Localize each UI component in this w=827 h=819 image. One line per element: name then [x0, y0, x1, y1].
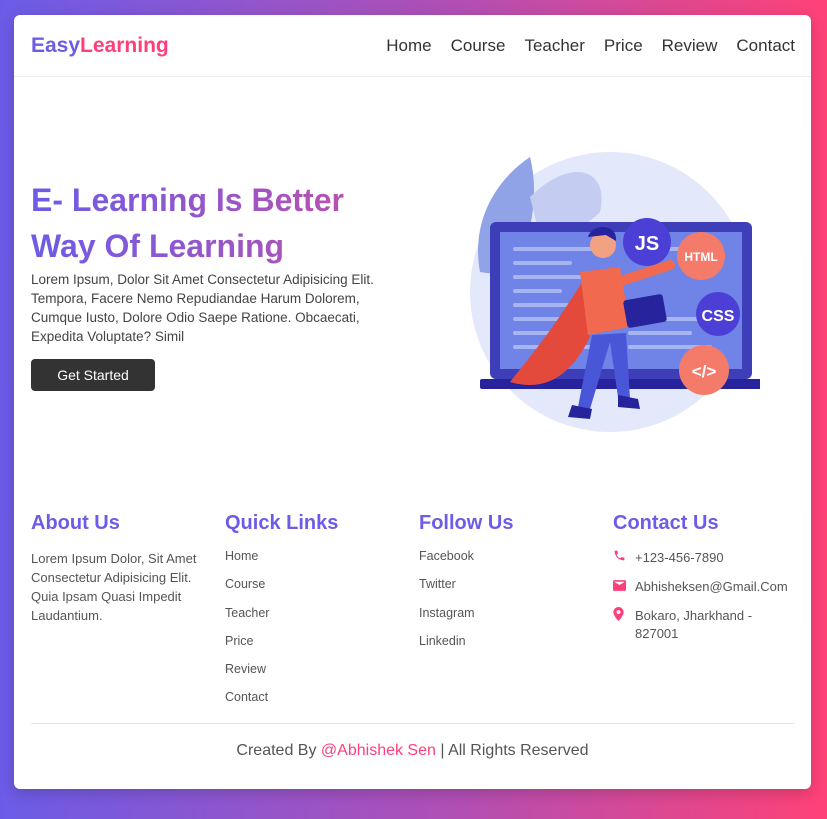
quick-links-heading: Quick Links: [225, 512, 339, 534]
quick-link-course[interactable]: Course: [225, 577, 419, 605]
follow-twitter[interactable]: Twitter: [419, 577, 613, 605]
follow-instagram[interactable]: Instagram: [419, 606, 613, 634]
quick-link-home[interactable]: Home: [225, 549, 419, 577]
follow-facebook[interactable]: Facebook: [419, 549, 613, 577]
site-header: EasyLearning Home Course Teacher Price R…: [14, 15, 811, 77]
about-text: Lorem Ipsum Dolor, Sit Amet Consectetur …: [31, 551, 197, 623]
follow-linkedin[interactable]: Linkedin: [419, 634, 613, 662]
nav-course[interactable]: Course: [451, 36, 506, 56]
follow-column: Follow Us Facebook Twitter Instagram Lin…: [419, 512, 613, 719]
envelope-icon: [613, 578, 627, 596]
hero-text: Lorem Ipsum, Dolor Sit Amet Consectetur …: [31, 272, 374, 344]
hero-title: E- Learning Is Better Way Of Learning: [31, 177, 411, 269]
quick-link-teacher[interactable]: Teacher: [225, 606, 419, 634]
nav-home[interactable]: Home: [386, 36, 431, 56]
contact-phone[interactable]: +123-456-7890: [613, 549, 794, 567]
contact-address-text: Bokaro, Jharkhand - 827001: [635, 608, 753, 641]
html-badge: HTML: [684, 250, 717, 264]
quick-link-contact[interactable]: Contact: [225, 690, 419, 718]
nav-price[interactable]: Price: [604, 36, 643, 56]
phone-icon: [613, 549, 627, 567]
code-badge: </>: [692, 362, 717, 381]
get-started-button[interactable]: Get Started: [31, 359, 155, 391]
js-badge: JS: [635, 233, 659, 255]
contact-email[interactable]: Abhisheksen@Gmail.Com: [613, 578, 794, 596]
hero-illustration: JS HTML CSS </>: [470, 152, 760, 432]
contact-phone-text: +123-456-7890: [635, 550, 724, 565]
contact-column: Contact Us +123-456-7890 Abhisheksen@Gma…: [613, 512, 794, 719]
contact-email-text: Abhisheksen@Gmail.Com: [635, 579, 788, 594]
hero-section: E- Learning Is Better Way Of Learning Lo…: [14, 77, 811, 477]
about-column: About Us Lorem Ipsum Dolor, Sit Amet Con…: [31, 512, 225, 719]
follow-heading: Follow Us: [419, 512, 514, 534]
nav-review[interactable]: Review: [662, 36, 718, 56]
credit-prefix: Created By: [236, 742, 317, 759]
quick-link-review[interactable]: Review: [225, 662, 419, 690]
css-badge: CSS: [702, 308, 735, 325]
map-pin-icon: [613, 607, 627, 643]
main-nav: Home Course Teacher Price Review Contact: [386, 36, 795, 56]
footer-columns: About Us Lorem Ipsum Dolor, Sit Amet Con…: [31, 512, 794, 719]
brand-part-2: Learning: [80, 33, 169, 57]
footer-credit: Created By @Abhishek Sen | All Rights Re…: [14, 742, 811, 760]
credit-suffix: | All Rights Reserved: [440, 742, 589, 759]
nav-teacher[interactable]: Teacher: [524, 36, 584, 56]
nav-contact[interactable]: Contact: [736, 36, 795, 56]
brand-logo[interactable]: EasyLearning: [31, 34, 169, 58]
contact-address: Bokaro, Jharkhand - 827001: [613, 607, 794, 643]
brand-part-1: Easy: [31, 33, 81, 57]
quick-link-price[interactable]: Price: [225, 634, 419, 662]
footer-divider: [31, 723, 794, 724]
credit-author-link[interactable]: @Abhishek Sen: [321, 742, 436, 759]
page-card: EasyLearning Home Course Teacher Price R…: [14, 15, 811, 789]
quick-links-column: Quick Links Home Course Teacher Price Re…: [225, 512, 419, 719]
contact-heading: Contact Us: [613, 512, 719, 534]
about-heading: About Us: [31, 512, 120, 534]
